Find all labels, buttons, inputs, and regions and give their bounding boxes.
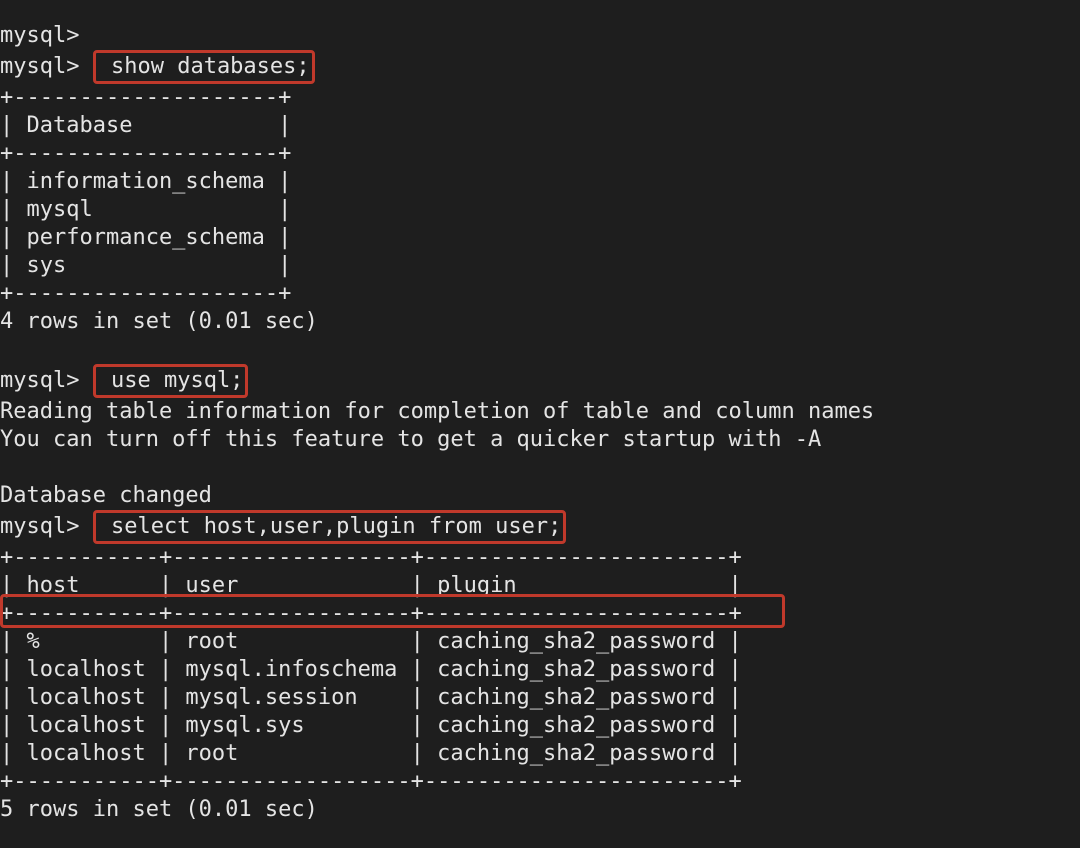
table1-summary: 4 rows in set (0.01 sec) (0, 309, 318, 334)
table2-summary: 5 rows in set (0.01 sec) (0, 797, 318, 822)
terminal-output[interactable]: mysql> mysql> show databases; +---------… (0, 22, 1080, 848)
table2-row: | localhost | mysql.infoschema | caching… (0, 657, 742, 682)
msg-turnoff: You can turn off this feature to get a q… (0, 427, 821, 452)
highlight-cmd-select-user: select host,user,plugin from user; (93, 510, 567, 544)
table1-border-bot: +--------------------+ (0, 281, 291, 306)
msg-reading: Reading table information for completion… (0, 399, 874, 424)
table1-row: | information_schema | (0, 169, 291, 194)
highlight-cmd-show-databases: show databases; (93, 50, 315, 84)
table1-row: | performance_schema | (0, 225, 291, 250)
table1-border-top: +--------------------+ (0, 85, 291, 110)
prompt: mysql> (0, 54, 79, 79)
table2-header: | host | user | plugin | (0, 573, 742, 598)
prompt: mysql> (0, 368, 79, 393)
table1-row: | mysql | (0, 197, 291, 222)
prompt-partial: mysql> (0, 23, 79, 48)
cmd-use-mysql: use mysql; (98, 368, 244, 393)
table1-border-mid: +--------------------+ (0, 141, 291, 166)
cmd-show-databases: show databases; (98, 54, 310, 79)
table2-row: | localhost | mysql.session | caching_sh… (0, 685, 742, 710)
cmd-select-user: select host,user,plugin from user; (98, 514, 562, 539)
table2-row: | localhost | root | caching_sha2_passwo… (0, 741, 742, 766)
table2-border-mid: +-----------+------------------+--------… (0, 601, 742, 626)
table2-border-bot: +-----------+------------------+--------… (0, 769, 742, 794)
prompt: mysql> (0, 514, 79, 539)
table2-row: | localhost | mysql.sys | caching_sha2_p… (0, 713, 742, 738)
highlight-cmd-use-mysql: use mysql; (93, 364, 249, 398)
table2-row-highlighted: | % | root | caching_sha2_password | (0, 629, 742, 654)
table1-header: | Database | (0, 113, 291, 138)
msg-db-changed: Database changed (0, 483, 212, 508)
table2-border-top: +-----------+------------------+--------… (0, 545, 742, 570)
table1-row: | sys | (0, 253, 291, 278)
